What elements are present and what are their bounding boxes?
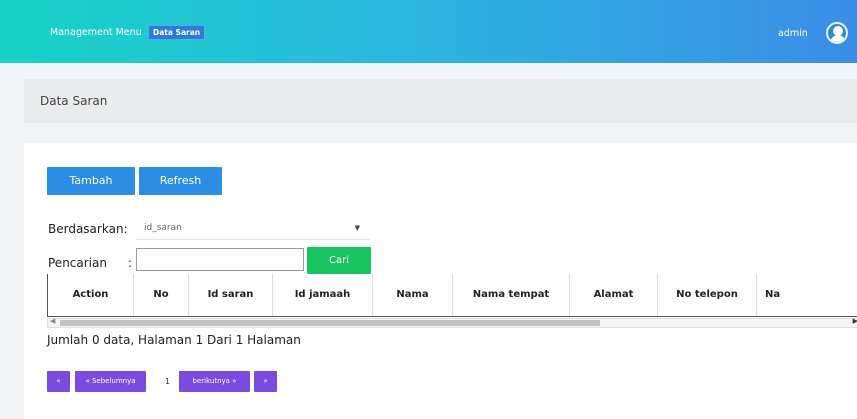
- table-header-row: Action No Id saran Id jamaah Nama Nama t…: [47, 274, 857, 317]
- active-menu-badge[interactable]: Data Saran: [148, 25, 206, 40]
- search-input[interactable]: [136, 248, 304, 271]
- column-header-nama[interactable]: Nama: [372, 274, 453, 317]
- last-page-button[interactable]: »: [254, 371, 277, 392]
- first-page-button[interactable]: «: [47, 371, 70, 392]
- add-button[interactable]: Tambah: [47, 167, 135, 195]
- column-header-nama-tempat[interactable]: Nama tempat: [452, 274, 570, 317]
- user-avatar-icon[interactable]: [826, 22, 848, 44]
- top-navbar: Management Menu Data Saran admin: [0, 0, 857, 63]
- column-header-na[interactable]: Na: [756, 274, 857, 317]
- data-table: Action No Id saran Id jamaah Nama Nama t…: [47, 274, 857, 317]
- search-button[interactable]: Cari: [307, 247, 371, 274]
- column-header-no[interactable]: No: [133, 274, 189, 317]
- filter-by-select[interactable]: id_saran ▼: [136, 216, 370, 240]
- column-header-id-jamaah[interactable]: Id jamaah: [272, 274, 373, 317]
- content-card: Tambah Refresh Berdasarkan: id_saran ▼ P…: [24, 143, 857, 419]
- result-summary: Jumlah 0 data, Halaman 1 Dari 1 Halaman: [47, 333, 301, 347]
- page-title: Data Saran: [40, 94, 108, 108]
- filter-by-selected-value: id_saran: [144, 223, 182, 233]
- page-header: Data Saran: [24, 79, 857, 123]
- column-header-alamat[interactable]: Alamat: [569, 274, 658, 317]
- column-header-action[interactable]: Action: [47, 274, 134, 317]
- previous-page-button[interactable]: « Sebelumnya: [75, 371, 146, 392]
- column-header-no-telepon[interactable]: No telepon: [657, 274, 757, 317]
- scrollbar-thumb[interactable]: [60, 320, 600, 326]
- refresh-button[interactable]: Refresh: [139, 167, 222, 195]
- chevron-down-icon: ▼: [354, 224, 360, 232]
- next-page-button[interactable]: berikutnya »: [179, 371, 250, 392]
- management-menu-link[interactable]: Management Menu: [50, 27, 142, 38]
- filter-by-label: Berdasarkan:: [48, 222, 128, 236]
- horizontal-scrollbar[interactable]: ◀ ▶: [47, 317, 857, 328]
- search-colon: :: [128, 256, 133, 270]
- current-page-number: 1: [165, 377, 171, 386]
- user-name[interactable]: admin: [778, 28, 808, 39]
- scroll-right-icon[interactable]: ▶: [853, 317, 857, 325]
- scroll-left-icon[interactable]: ◀: [50, 317, 55, 325]
- data-table-container: Action No Id saran Id jamaah Nama Nama t…: [47, 274, 857, 317]
- column-header-id-saran[interactable]: Id saran: [188, 274, 273, 317]
- search-label: Pencarian: [48, 256, 107, 270]
